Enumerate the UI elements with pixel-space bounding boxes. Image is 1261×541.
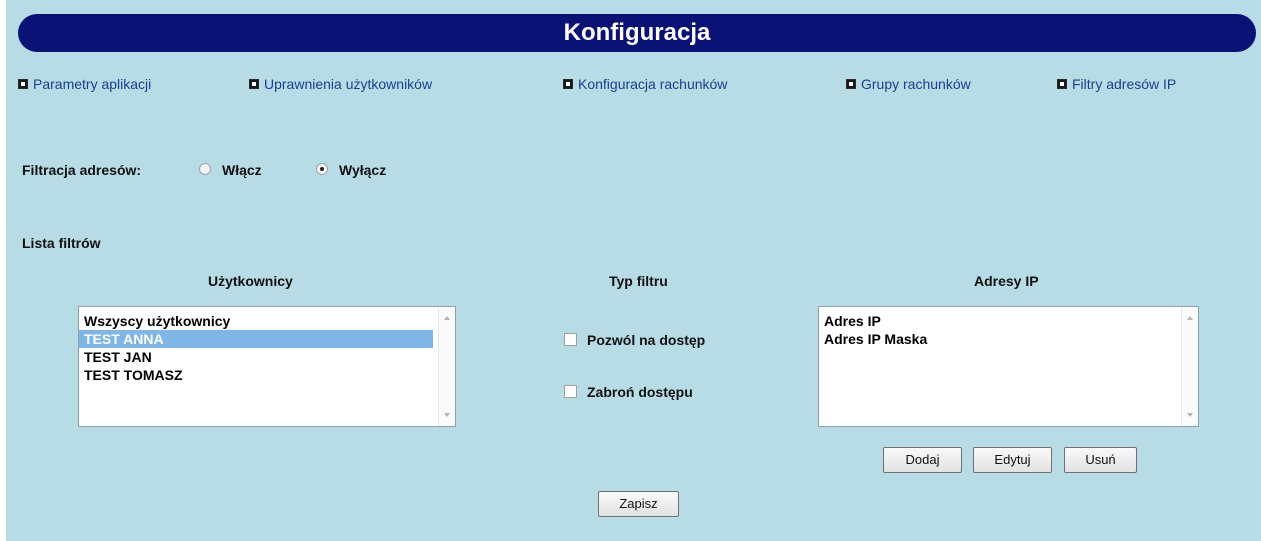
radio-wlacz-label[interactable]: Włącz [222,162,262,178]
remove-button[interactable]: Usuń [1064,447,1137,473]
ip-scrollbar[interactable] [1181,307,1198,426]
allow-access-label: Pozwól na dostęp [587,332,706,348]
nav-link-grupy-rachunkow[interactable]: Grupy rachunków [846,76,971,92]
deny-access-label: Zabroń dostępu [587,384,693,400]
nav-link-parametry-aplikacji[interactable]: Parametry aplikacji [18,76,151,92]
list-item[interactable]: TEST TOMASZ [79,366,455,384]
list-item[interactable]: Wszyscy użytkownicy [79,312,455,330]
nav-link-filtry-ip[interactable]: Filtry adresów IP [1057,76,1176,92]
radio-wlacz[interactable] [199,163,211,175]
nav-link-label: Parametry aplikacji [33,76,152,92]
bullet-icon [249,79,259,89]
scroll-down-icon[interactable] [444,413,450,417]
list-item[interactable]: TEST JAN [79,348,455,366]
nav-link-konfiguracja-rachunkow[interactable]: Konfiguracja rachunków [563,76,727,92]
column-header-users: Użytkownicy [208,273,293,289]
radio-wylacz-label[interactable]: Wyłącz [339,162,386,178]
nav-link-label: Konfiguracja rachunków [578,76,728,92]
list-item-selected[interactable]: TEST ANNA [79,330,433,348]
nav-link-label: Uprawnienia użytkowników [264,76,433,92]
users-listbox[interactable]: Wszyscy użytkownicy TEST ANNA TEST JAN T… [78,306,456,427]
bullet-icon [1057,79,1067,89]
filter-list-title: Lista filtrów [22,235,101,251]
page-title: Konfiguracja [18,14,1256,52]
users-scrollbar[interactable] [438,307,455,426]
address-filter-label: Filtracja adresów: [22,162,142,178]
column-header-filter-type: Typ filtru [609,273,668,289]
save-button[interactable]: Zapisz [598,491,679,517]
nav-link-label: Filtry adresów IP [1072,76,1177,92]
scroll-down-icon[interactable] [1187,413,1193,417]
nav-link-label: Grupy rachunków [861,76,971,92]
ip-listbox[interactable]: Adres IP Adres IP Maska [818,306,1199,427]
nav-link-uprawnienia[interactable]: Uprawnienia użytkowników [249,76,432,92]
list-item[interactable]: Adres IP Maska [819,330,1198,348]
bullet-icon [18,79,28,89]
allow-access-checkbox[interactable] [564,333,577,346]
scroll-up-icon[interactable] [1187,316,1193,320]
bullet-icon [563,79,573,89]
deny-access-checkbox[interactable] [564,385,577,398]
bullet-icon [846,79,856,89]
list-item[interactable]: Adres IP [819,312,1198,330]
scroll-up-icon[interactable] [444,316,450,320]
radio-wylacz[interactable] [316,163,328,175]
edit-button[interactable]: Edytuj [973,447,1052,473]
column-header-ip-addresses: Adresy IP [974,273,1039,289]
add-button[interactable]: Dodaj [883,447,962,473]
